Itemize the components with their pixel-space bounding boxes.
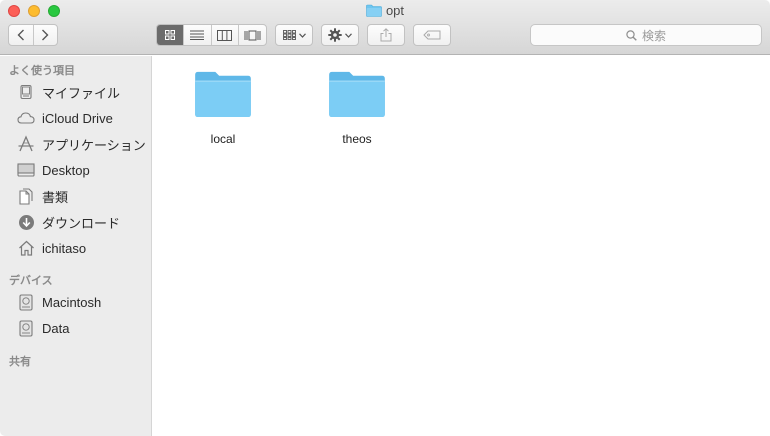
view-mode-control xyxy=(156,24,267,46)
downloads-icon xyxy=(17,213,35,231)
search-icon xyxy=(626,29,637,41)
sidebar-item-label: Macintosh xyxy=(42,294,102,310)
share-button[interactable] xyxy=(367,24,405,46)
navigation-buttons xyxy=(8,24,58,46)
folder-item-theos[interactable]: theos xyxy=(317,56,397,146)
search-placeholder: 検索 xyxy=(641,28,666,43)
sidebar-item-label: アプリケーション xyxy=(42,137,146,153)
folder-icon xyxy=(195,71,251,118)
applications-icon xyxy=(17,135,35,153)
toolbar: opt 検索 xyxy=(0,0,770,55)
gear-icon xyxy=(328,28,342,42)
sidebar-item-label: 書類 xyxy=(42,189,69,205)
documents-icon xyxy=(17,187,35,205)
forward-button[interactable] xyxy=(33,25,57,45)
gallery-view-button[interactable] xyxy=(239,25,266,45)
sidebar-item-applications[interactable]: アプリケーション xyxy=(0,133,152,155)
window-title: opt xyxy=(385,3,405,18)
file-browser-content: local theos xyxy=(153,56,770,436)
disk-icon xyxy=(17,319,35,337)
column-view-button[interactable] xyxy=(212,25,239,45)
share-icon xyxy=(380,28,392,42)
sidebar-item-label: ダウンロード xyxy=(42,215,121,231)
arrange-grid-icon xyxy=(282,30,296,40)
sidebar-item-label: Desktop xyxy=(42,162,90,178)
sidebar-item-data[interactable]: Data xyxy=(0,317,152,339)
cloud-icon xyxy=(17,109,35,127)
grid-icon xyxy=(165,30,176,40)
sidebar-item-macintosh[interactable]: Macintosh xyxy=(0,291,152,313)
sidebar-item-label: Data xyxy=(42,320,70,336)
sidebar-item-label: iCloud Drive xyxy=(42,110,113,126)
arrange-button[interactable] xyxy=(275,24,313,46)
home-icon xyxy=(17,239,35,257)
sidebar-item-documents[interactable]: 書類 xyxy=(0,185,152,207)
list-view-button[interactable] xyxy=(184,25,212,45)
edit-tags-button[interactable] xyxy=(413,24,451,46)
finder-window: opt 検索 よく使う項目 マイファイル iCloud Drive アプリケーシ… xyxy=(0,0,770,436)
sidebar-item-all-my-files[interactable]: マイファイル xyxy=(0,81,152,103)
sidebar-item-desktop[interactable]: Desktop xyxy=(0,159,152,181)
chevron-down-icon xyxy=(345,32,352,38)
cover-flow-icon xyxy=(244,30,261,40)
action-button[interactable] xyxy=(321,24,359,46)
chevron-left-icon xyxy=(17,29,24,41)
columns-icon xyxy=(217,29,233,41)
list-icon xyxy=(190,30,205,40)
tag-icon xyxy=(423,30,441,40)
back-button[interactable] xyxy=(9,25,33,45)
folder-item-local[interactable]: local xyxy=(183,56,263,146)
sidebar-item-icloud-drive[interactable]: iCloud Drive xyxy=(0,107,152,129)
chevron-down-icon xyxy=(298,32,306,38)
chevron-right-icon xyxy=(42,29,49,41)
desktop-icon xyxy=(17,161,35,179)
sidebar-item-label: マイファイル xyxy=(42,85,121,101)
icon-view-button[interactable] xyxy=(157,25,185,45)
file-name: theos xyxy=(342,132,372,146)
all-files-icon xyxy=(17,83,35,101)
sidebar-item-label: ichitaso xyxy=(42,240,87,256)
search-field[interactable]: 検索 xyxy=(530,24,762,46)
sidebar-item-home[interactable]: ichitaso xyxy=(0,237,152,259)
window-title-bar: opt xyxy=(0,3,770,21)
file-name: local xyxy=(210,132,236,146)
sidebar: よく使う項目 マイファイル iCloud Drive アプリケーション Desk… xyxy=(0,56,152,436)
folder-icon xyxy=(329,71,385,118)
favorites-header: よく使う項目 xyxy=(9,65,75,77)
folder-icon xyxy=(366,4,382,17)
shared-header: 共有 xyxy=(9,356,31,368)
sidebar-item-downloads[interactable]: ダウンロード xyxy=(0,211,152,233)
disk-icon xyxy=(17,293,35,311)
devices-header: デバイス xyxy=(9,275,53,287)
